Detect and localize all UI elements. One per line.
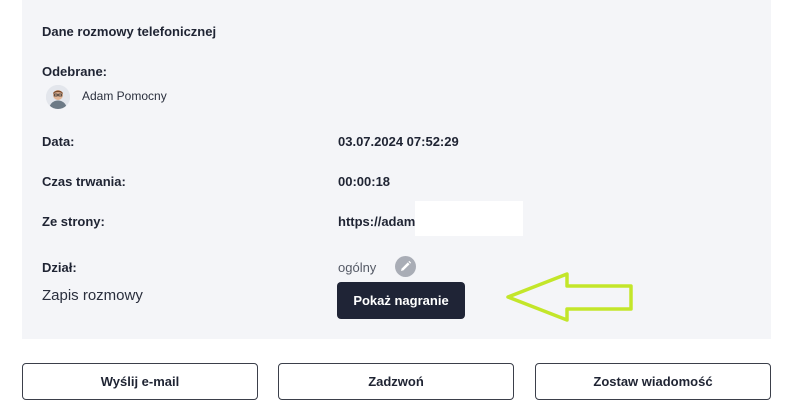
agent-name: Adam Pomocny bbox=[82, 89, 167, 103]
duration-value: 00:00:18 bbox=[338, 174, 391, 189]
source-url: https://adam bbox=[338, 214, 416, 229]
section-title: Dane rozmowy telefonicznej bbox=[42, 24, 217, 39]
redaction-mask bbox=[415, 201, 523, 236]
department-value: ogólny bbox=[338, 260, 377, 275]
department-label: Dział: bbox=[42, 260, 77, 275]
avatar bbox=[46, 85, 70, 109]
received-label: Odebrane: bbox=[42, 64, 108, 79]
call-details-card: Dane rozmowy telefonicznej Odebrane: Ada… bbox=[22, 0, 771, 339]
call-button[interactable]: Zadzwoń bbox=[278, 363, 514, 400]
date-value: 03.07.2024 07:52:29 bbox=[338, 134, 459, 149]
duration-label: Czas trwania: bbox=[42, 174, 126, 189]
date-label: Data: bbox=[42, 134, 75, 149]
send-email-button[interactable]: Wyślij e-mail bbox=[22, 363, 258, 400]
pencil-icon bbox=[401, 260, 412, 271]
leave-message-button[interactable]: Zostaw wiadomość bbox=[535, 363, 771, 400]
recording-label: Zapis rozmowy bbox=[42, 287, 143, 304]
person-avatar-icon bbox=[46, 85, 70, 109]
source-label: Ze strony: bbox=[42, 214, 105, 229]
edit-department-button[interactable] bbox=[395, 256, 416, 277]
highlight-arrow-icon bbox=[506, 272, 633, 322]
show-recording-button[interactable]: Pokaż nagranie bbox=[337, 282, 465, 319]
